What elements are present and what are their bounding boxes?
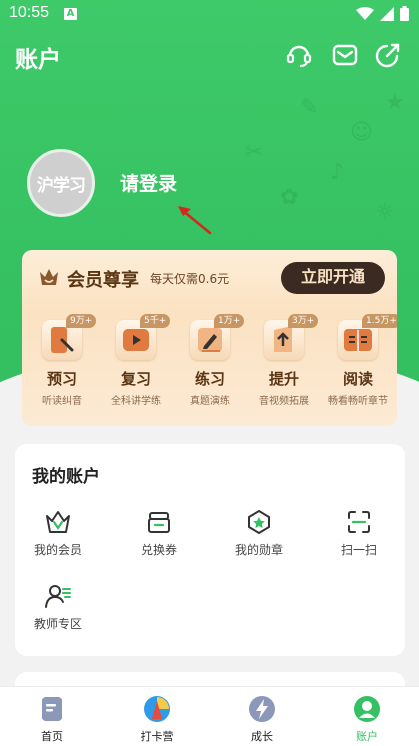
vip-item-name: 预习 — [46, 370, 77, 388]
login-button[interactable]: 请登录 — [120, 169, 177, 196]
play-video-icon: 5千+ — [116, 314, 171, 360]
coupon-icon — [148, 512, 170, 533]
vip-item-name: 练习 — [194, 370, 225, 388]
vip-subtitle: 每天仅需0.6元 — [150, 272, 230, 286]
open-book-icon: 1.5万+ — [338, 314, 397, 360]
vip-item-review[interactable]: 5千+ 复习 全科讲学练 — [96, 314, 176, 407]
customer-service-icon[interactable] — [284, 40, 314, 70]
coupon-button[interactable]: 兑换券 — [114, 508, 204, 558]
tab-home-label: 首页 — [41, 730, 63, 743]
checkin-camp-icon — [144, 696, 170, 722]
decorative-doodle: ☺ — [350, 120, 373, 145]
message-icon[interactable] — [330, 40, 360, 70]
tab-growth[interactable]: 成长 — [227, 695, 297, 744]
signal-icon — [380, 6, 394, 21]
my-medal-button[interactable]: 我的勋章 — [214, 508, 304, 558]
vip-item-badge: 9万+ — [66, 314, 97, 328]
bottom-tab-bar: 首页 打卡营 成长 账户 — [0, 686, 419, 746]
vip-item-badge: 5千+ — [140, 314, 171, 328]
tab-account-label: 账户 — [356, 730, 378, 743]
account-user-icon — [354, 696, 380, 722]
tab-checkin-camp-label: 打卡营 — [140, 730, 174, 743]
share-icon[interactable] — [373, 40, 403, 70]
teacher-icon — [45, 585, 71, 608]
edit-pencil-icon: 1万+ — [190, 314, 245, 360]
vip-item-name: 提升 — [268, 370, 299, 388]
decorative-doodle: ☼ — [375, 200, 395, 225]
my-account-card: 我的账户 我的会员 兑换券 我的勋章 扫一扫 教师专区 — [15, 444, 405, 656]
vip-card: 会员尊享 每天仅需0.6元 立即开通 9万+ 预习 听读纠音 5千+ 复习 全科… — [22, 250, 397, 426]
vip-crown-icon — [40, 269, 58, 285]
vip-item-reading[interactable]: 1.5万+ 阅读 畅看畅听章节 — [318, 314, 397, 407]
vip-item-badge: 1万+ — [214, 314, 245, 328]
open-vip-button[interactable]: 立即开通 — [281, 262, 385, 294]
medal-icon — [248, 510, 270, 534]
teacher-zone-label: 教师专区 — [33, 617, 82, 631]
decorative-doodle: ✎ — [300, 95, 319, 120]
upload-arrow-icon: 3万+ — [264, 314, 319, 360]
vip-item-desc: 真题演练 — [190, 396, 230, 407]
coupon-label: 兑换券 — [140, 543, 177, 557]
my-vip-button[interactable]: 我的会员 — [13, 508, 103, 558]
tab-account[interactable]: 账户 — [332, 695, 402, 744]
vip-title: 会员尊享 — [67, 270, 139, 291]
vip-item-name: 阅读 — [342, 370, 373, 388]
wifi-icon — [356, 6, 374, 20]
home-book-icon — [42, 697, 62, 721]
scan-label: 扫一扫 — [340, 543, 377, 557]
vip-item-improve[interactable]: 3万+ 提升 音视频拓展 — [244, 314, 324, 407]
decorative-doodle: ★ — [385, 90, 405, 115]
vip-item-desc: 音视频拓展 — [259, 396, 309, 407]
vip-item-desc: 全科讲学练 — [111, 396, 161, 407]
page-title: 账户 — [15, 47, 61, 73]
lightning-icon — [249, 696, 275, 722]
vip-item-desc: 听读纠音 — [42, 396, 82, 407]
my-vip-label: 我的会员 — [33, 543, 82, 557]
avatar[interactable]: 沪学习 — [27, 149, 95, 217]
vip-item-badge: 3万+ — [288, 314, 319, 328]
title-bar: 账户 — [0, 36, 419, 76]
scan-button[interactable]: 扫一扫 — [314, 508, 404, 558]
preview-icon: 9万+ — [42, 314, 97, 360]
arrow-annotation-icon — [178, 206, 212, 235]
my-account-title: 我的账户 — [32, 467, 100, 487]
scan-icon — [348, 511, 370, 533]
tab-checkin-camp[interactable]: 打卡营 — [122, 695, 192, 744]
vip-item-name: 复习 — [120, 370, 151, 388]
decorative-doodle: ✿ — [280, 185, 299, 210]
decorative-doodle: ✂ — [245, 140, 264, 165]
vip-item-badge: 1.5万+ — [362, 314, 397, 328]
tab-growth-label: 成长 — [251, 730, 273, 743]
tab-home[interactable]: 首页 — [17, 695, 87, 744]
battery-icon — [400, 6, 409, 21]
vip-crown-icon — [46, 511, 70, 533]
teacher-zone-button[interactable]: 教师专区 — [13, 582, 103, 632]
decorative-doodle: ♪ — [330, 160, 345, 185]
vip-item-desc: 畅看畅听章节 — [328, 396, 388, 407]
status-time: 10:55 — [9, 4, 50, 21]
my-medal-label: 我的勋章 — [234, 543, 283, 557]
vip-item-practice[interactable]: 1万+ 练习 真题演练 — [170, 314, 250, 407]
notification-icon: A — [64, 8, 77, 20]
vip-item-preview[interactable]: 9万+ 预习 听读纠音 — [22, 314, 102, 407]
status-bar: 10:55 A — [0, 0, 419, 28]
